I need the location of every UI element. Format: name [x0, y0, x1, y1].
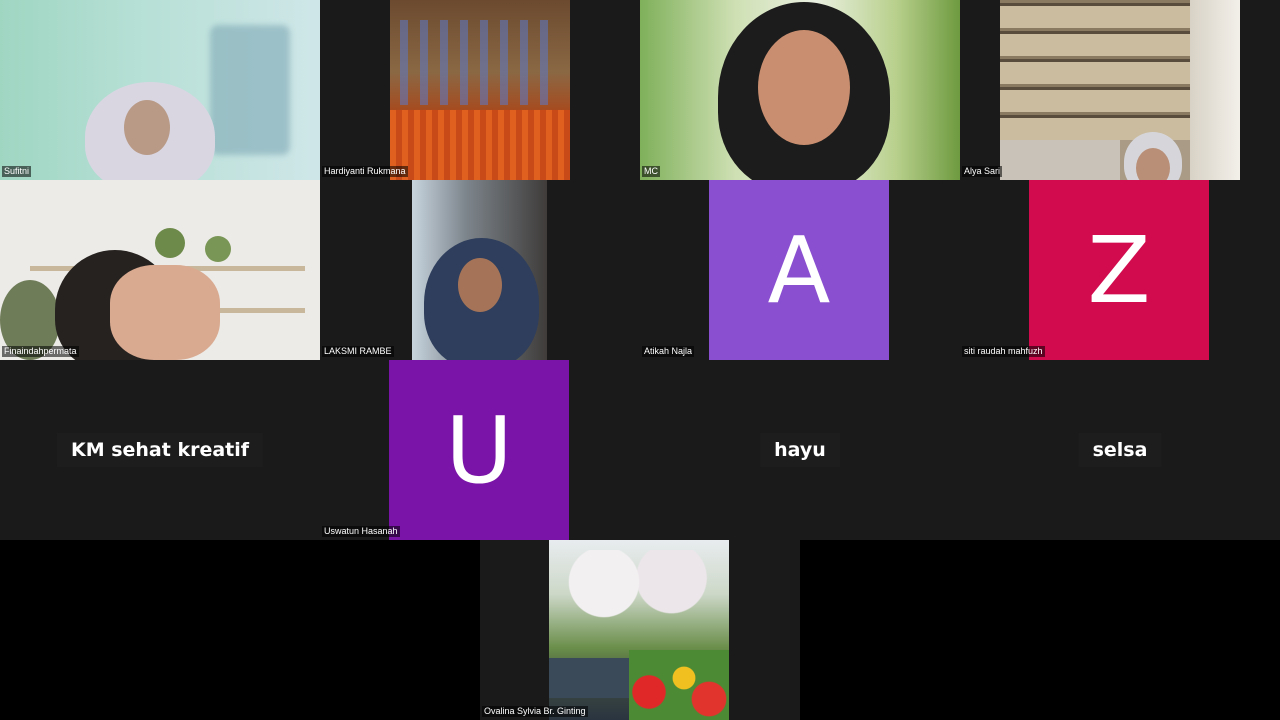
- participant-video: [390, 0, 570, 180]
- participant-display-name: KM sehat kreatif: [56, 433, 264, 467]
- avatar: U: [389, 360, 569, 540]
- avatar: Z: [1029, 180, 1209, 360]
- participant-name-label: siti raudah mahfuzh: [962, 346, 1045, 357]
- participant-video: [640, 0, 960, 180]
- participant-tile-alya[interactable]: Alya Sari: [960, 0, 1280, 180]
- participant-name-label: Hardiyanti Rukmana: [322, 166, 408, 177]
- participant-name-label: LAKSMI RAMBE: [322, 346, 394, 357]
- participant-tile-hardiyanti[interactable]: Hardiyanti Rukmana: [320, 0, 640, 180]
- participant-tile-uswatun[interactable]: U Uswatun Hasanah: [320, 360, 640, 540]
- participant-tile-selsa[interactable]: selsa: [960, 360, 1280, 540]
- participant-tile-atikah[interactable]: A Atikah Najla: [640, 180, 960, 360]
- participant-tile-sufitni[interactable]: Sufitni: [0, 0, 320, 180]
- participant-tile-laksmi[interactable]: LAKSMI RAMBE: [320, 180, 640, 360]
- participant-tile-mc[interactable]: MC: [640, 0, 960, 180]
- participant-video: [0, 0, 320, 180]
- participant-display-name: selsa: [1078, 433, 1162, 467]
- participant-name-label: Ovalina Sylvia Br. Ginting: [482, 706, 588, 717]
- participant-tile-hayu[interactable]: hayu: [640, 360, 960, 540]
- participant-name-label: MC: [642, 166, 660, 177]
- participant-name-label: Finaindahpermata: [2, 346, 79, 357]
- participant-name-label: Atikah Najla: [642, 346, 695, 357]
- participant-name-label: Alya Sari: [962, 166, 1003, 177]
- participant-video: [412, 180, 547, 360]
- avatar-initial: U: [445, 396, 513, 504]
- avatar-initial: Z: [1087, 216, 1151, 324]
- participant-tile-finaindahpermata[interactable]: Finaindahpermata: [0, 180, 320, 360]
- participant-name-label: Uswatun Hasanah: [322, 526, 400, 537]
- avatar: A: [709, 180, 889, 360]
- participant-name-label: Sufitni: [2, 166, 32, 177]
- participant-video: [0, 180, 320, 360]
- participant-video: [1000, 0, 1240, 180]
- participant-display-name: hayu: [760, 433, 840, 467]
- participant-tile-ovalina[interactable]: Ovalina Sylvia Br. Ginting: [480, 540, 800, 720]
- participant-tile-km-sehat-kreatif[interactable]: KM sehat kreatif: [0, 360, 320, 540]
- participant-tile-siti[interactable]: Z siti raudah mahfuzh: [960, 180, 1280, 360]
- participant-video: [549, 540, 729, 720]
- avatar-initial: A: [767, 216, 831, 324]
